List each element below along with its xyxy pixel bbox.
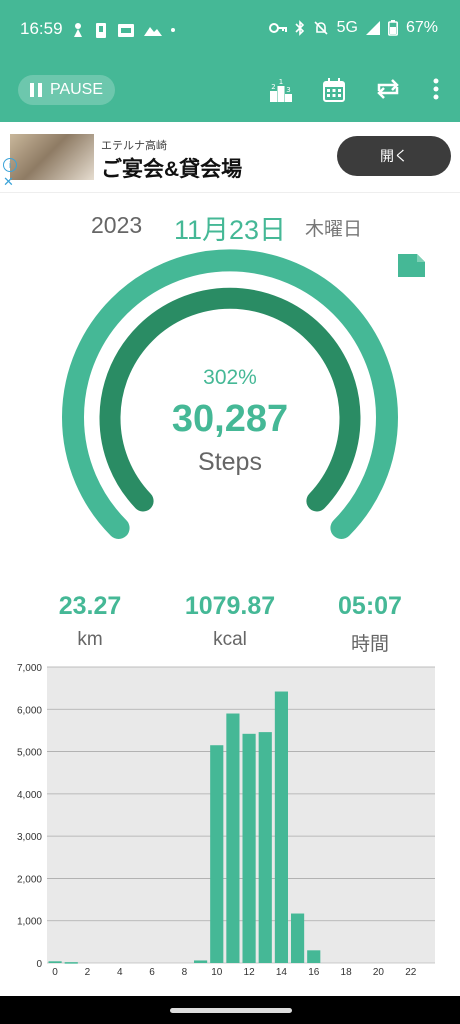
bluetooth-icon [295,20,304,36]
x-tick-label: 16 [308,967,320,978]
calories-value: 1079.87 [184,592,276,620]
svg-text:3: 3 [286,86,290,94]
step-progress-gauge [62,249,398,539]
ad-info-icon[interactable]: i [3,158,17,172]
pause-label: PAUSE [49,81,104,98]
vpn-key-icon [268,23,287,33]
home-gesture-handle[interactable] [170,1008,292,1013]
chart-bar-hour-16 [307,950,321,963]
chart-bar-hour-9 [194,960,208,963]
x-tick-label: 10 [211,967,223,978]
svg-text:2: 2 [271,83,275,91]
duration-stat: 05:07 時間 [300,592,440,656]
y-tick-label: 3,000 [17,832,42,843]
status-time: 16:59 [20,19,63,38]
goal-percent: 302% [203,366,257,389]
chart-bar-hour-1 [64,962,78,964]
y-tick-label: 1,000 [17,917,42,928]
date-year: 2023 [91,212,143,238]
ad-title[interactable]: ご宴会&貸会場 [101,153,242,183]
x-tick-label: 2 [85,967,91,978]
date-weekday: 木曜日 [305,219,363,240]
y-tick-label: 6,000 [17,705,42,716]
notification-icons [70,20,175,44]
calories-stat: 1079.87 kcal [160,592,300,651]
more-options-icon[interactable] [432,78,440,100]
ranking-podium-icon[interactable]: 2 1 3 [270,78,292,102]
pause-button[interactable]: PAUSE [18,75,115,105]
x-tick-label: 12 [244,967,256,978]
chart-bar-hour-15 [291,913,305,963]
ad-banner[interactable]: エテルナ高崎 ご宴会&貸会場 開く [0,122,460,193]
calendar-icon[interactable] [323,78,345,102]
chart-bar-hour-12 [242,733,256,963]
pause-icon [29,83,42,97]
y-tick-label: 2,000 [17,874,42,885]
distance-unit: km [77,629,103,650]
ad-open-button[interactable]: 開く [337,136,451,176]
distance-stat: 23.27 km [20,592,160,651]
svg-text:1: 1 [279,78,283,86]
y-tick-label: 0 [36,959,42,970]
bell-off-icon [314,21,328,35]
duration-unit: 時間 [350,634,389,655]
x-tick-label: 4 [117,967,123,978]
app-bar: PAUSE 2 1 3 [0,60,460,122]
y-tick-label: 7,000 [17,663,42,674]
network-label: 5G [336,19,358,36]
ad-close-icon[interactable]: ✕ [3,174,14,190]
y-tick-label: 5,000 [17,748,42,759]
system-nav-bar [0,996,460,1024]
duration-value: 05:07 [338,592,402,620]
ad-thumbnail-image[interactable] [10,134,94,180]
battery-label: 67% [405,19,438,36]
ad-subtitle: エテルナ高崎 [101,140,167,152]
signal-icon [365,21,380,35]
x-tick-label: 22 [405,967,417,978]
step-count: 30,287 [171,398,289,440]
x-tick-label: 8 [182,967,188,978]
battery-icon [387,20,398,36]
x-tick-label: 20 [373,967,385,978]
chart-bar-hour-13 [258,732,272,963]
chart-plot-area [47,667,435,963]
chart-bar-hour-11 [226,713,240,963]
notification-icon-group [74,23,175,38]
steps-label: Steps [198,448,262,476]
calories-unit: kcal [213,629,247,650]
x-tick-label: 18 [341,967,353,978]
hourly-steps-chart: 0 1,000 2,000 3,000 4,000 5,000 6,000 7,000 0 2 4… [17,663,435,978]
y-tick-label: 4,000 [17,790,42,801]
x-tick-label: 6 [149,967,155,978]
distance-value: 23.27 [58,592,122,620]
x-tick-label: 14 [276,967,288,978]
chart-bar-hour-0 [48,961,62,963]
x-tick-label: 0 [52,967,58,978]
chart-bar-hour-10 [210,745,224,963]
sync-icon[interactable] [376,78,400,100]
chart-bar-hour-14 [274,691,288,963]
status-bar: 16:59 5G 67% [0,0,460,60]
